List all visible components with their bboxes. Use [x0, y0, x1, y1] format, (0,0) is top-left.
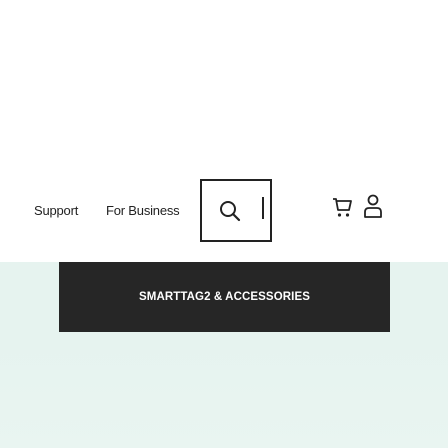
search-divider	[262, 197, 264, 219]
promo-banner: SMARTTAG2 & ACCESSORIES	[0, 262, 448, 448]
nav-link-for-business[interactable]: For Business	[106, 203, 180, 218]
nav-link-support[interactable]: Support	[34, 203, 78, 218]
promo-link-bar[interactable]: SMARTTAG2 & ACCESSORIES	[59, 262, 390, 332]
promo-label: SMARTTAG2 & ACCESSORIES	[139, 291, 310, 303]
cart-icon[interactable]	[331, 196, 353, 220]
search-icon[interactable]	[219, 200, 241, 222]
account-icon[interactable]	[362, 193, 384, 219]
top-navbar: Support For Business	[0, 0, 448, 262]
